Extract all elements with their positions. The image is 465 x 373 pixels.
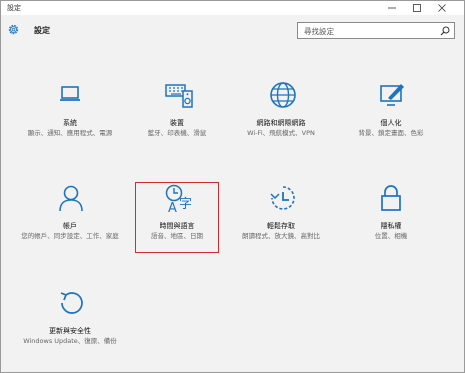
minimize-icon — [388, 7, 396, 9]
tile-label: 系統 — [63, 119, 77, 127]
tile-description: 您的帳戶、同步設定、工作、家庭 — [21, 232, 119, 240]
tile-description: Wi-Fi、飛航模式、VPN — [247, 129, 315, 137]
tile-accounts[interactable]: 帳戶 您的帳戶、同步設定、工作、家庭 — [18, 184, 122, 266]
tile-network[interactable]: 網路和網際網路 Wi-Fi、飛航模式、VPN — [229, 81, 333, 163]
padlock-icon — [381, 185, 401, 211]
page-title: 設定 — [34, 26, 50, 35]
laptop-icon — [60, 86, 80, 101]
accessibility-icon — [270, 186, 295, 210]
search-icon[interactable] — [440, 26, 450, 36]
highlight-box — [135, 182, 219, 253]
tile-update-security[interactable]: 更新與安全性 Windows Update、復原、備份 — [18, 289, 122, 371]
maximize-button[interactable] — [406, 1, 428, 15]
tile-system[interactable]: 系統 顯示、通知、應用程式、電源 — [18, 81, 122, 163]
tile-description: 藍牙、印表機、滑鼠 — [147, 129, 207, 137]
paint-monitor-icon — [380, 84, 404, 106]
search-input[interactable]: 尋找設定 — [297, 22, 455, 39]
close-icon — [438, 4, 446, 12]
tile-label: 網路和網際網路 — [256, 119, 306, 127]
window-title: 設定 — [7, 4, 21, 12]
tile-label: 帳戶 — [63, 222, 77, 230]
globe-icon — [270, 82, 296, 108]
close-button[interactable] — [431, 1, 453, 15]
minimize-button[interactable] — [381, 1, 403, 15]
title-bar: 設定 — [1, 1, 464, 15]
tile-label: 更新與安全性 — [49, 327, 91, 335]
gear-icon — [8, 24, 19, 35]
tile-label: 個人化 — [380, 119, 402, 127]
tile-description: Windows Update、復原、備份 — [23, 337, 117, 345]
tile-label: 隱私權 — [380, 222, 402, 230]
tile-description: 背景、鎖定畫面、色彩 — [358, 129, 424, 137]
tile-ease-of-access[interactable]: 輕鬆存取 朗讀程式、放大鏡、高對比 — [229, 184, 333, 266]
refresh-icon — [60, 292, 83, 314]
tile-description: 朗讀程式、放大鏡、高對比 — [242, 232, 320, 240]
person-icon — [59, 185, 83, 212]
tile-label: 輕鬆存取 — [267, 222, 295, 230]
tile-personalization[interactable]: 個人化 背景、鎖定畫面、色彩 — [339, 81, 443, 163]
tile-description: 顯示、通知、應用程式、電源 — [27, 129, 113, 137]
keyboard-speaker-icon — [165, 84, 193, 108]
tile-privacy[interactable]: 隱私權 位置、相機 — [339, 184, 443, 266]
settings-window: 設定 設定 尋找設定 系統 顯示、通知、應用程式、電源 裝置 藍牙、印表機、滑鼠… — [0, 0, 465, 373]
maximize-icon — [413, 4, 421, 12]
tile-label: 裝置 — [170, 119, 184, 127]
tile-description: 位置、相機 — [374, 232, 408, 240]
search-placeholder: 尋找設定 — [304, 27, 334, 36]
tile-devices[interactable]: 裝置 藍牙、印表機、滑鼠 — [125, 81, 229, 163]
